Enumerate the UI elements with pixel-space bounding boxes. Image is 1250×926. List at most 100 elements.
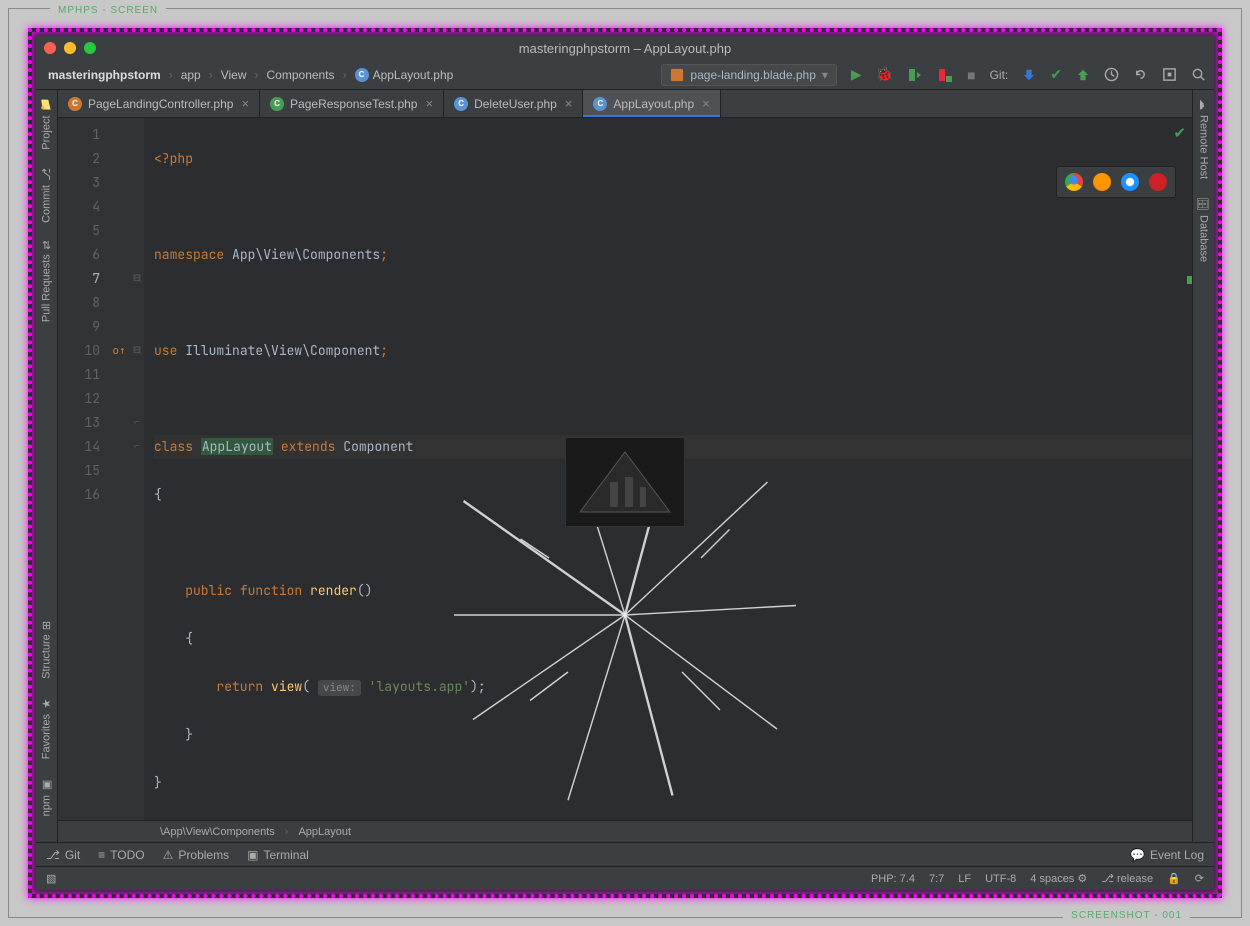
remote-icon: ☁ [1197,98,1210,111]
status-git-branch[interactable]: ⎇ release [1101,872,1153,885]
line-number-gutter[interactable]: 1 2 3 4 5 6 7 8 9 10 11 12 13 14 15 16 [58,118,108,820]
frame-bottom-label: SCREENSHOT - 001 [1063,910,1190,921]
editor-tab[interactable]: C PageResponseTest.php × [260,90,444,117]
fold-end-icon: ⌐ [130,435,144,459]
tool-commit[interactable]: Commit⎇ [40,168,53,223]
lock-icon[interactable]: 🔒 [1167,872,1181,885]
indent-settings-icon: ⚙ [1077,873,1087,885]
git-push-button[interactable] [1076,68,1090,82]
breadcrumb-project[interactable]: masteringphpstorm [44,66,165,84]
ide-settings-button[interactable] [1162,67,1177,82]
status-php-version[interactable]: PHP: 7.4 [871,873,915,885]
database-icon: 🗄 [1197,198,1211,211]
frame-top-label: MPHPS - SCREEN [50,5,166,16]
left-tool-window-bar: Project📁 Commit⎇ Pull Requests⇅ Structur… [36,90,58,842]
npm-icon: ▣ [40,778,53,791]
tool-remote-host[interactable]: ☁Remote Host [1197,98,1210,179]
folding-gutter[interactable]: ⊟ ⊟ ⌐ ⌐ [130,118,144,820]
php-class-file-icon: C [454,97,468,111]
breadcrumb-segment[interactable]: View [217,66,251,84]
close-tab-icon[interactable]: × [565,96,573,111]
blade-file-icon [670,68,684,82]
breadcrumb-sep-icon: › [255,68,259,82]
fold-end-icon: ⌐ [130,411,144,435]
tool-database[interactable]: 🗄Database [1197,197,1210,262]
right-tool-window-bar: ☁Remote Host 🗄Database [1192,90,1214,842]
close-tab-icon[interactable]: × [702,96,710,111]
safari-icon[interactable] [1121,173,1139,191]
close-window-button[interactable] [44,42,56,54]
run-button[interactable]: ▶ [851,66,862,83]
bottom-tool-window-bar: ⎇Git ≡TODO ⚠Problems ▣Terminal 💬Event Lo… [36,842,1214,866]
override-method-icon[interactable]: o↑ [108,339,130,363]
inspection-ok-icon[interactable]: ✔ [1173,124,1186,142]
path-breadcrumb: masteringphpstorm › app › View › Compone… [44,66,457,84]
firefox-icon[interactable] [1093,173,1111,191]
maximize-window-button[interactable] [84,42,96,54]
breadcrumb-class[interactable]: AppLayout [298,826,351,838]
editor-tab-active[interactable]: C AppLayout.php × [583,90,720,117]
stop-with-test-button[interactable] [937,67,953,83]
breadcrumb-segment[interactable]: app [177,66,205,84]
commit-icon: ⎇ [40,168,53,181]
bottom-tool-problems[interactable]: ⚠Problems [163,848,229,862]
minimize-window-button[interactable] [64,42,76,54]
search-everywhere-button[interactable] [1191,67,1206,82]
browser-icons-overlay [1056,166,1176,198]
breadcrumb-sep-icon: › [169,68,173,82]
tool-windows-toggle-icon[interactable]: ▧ [46,872,56,885]
tool-npm[interactable]: npm▣ [40,778,53,816]
git-update-button[interactable] [1022,68,1036,82]
editor-tab[interactable]: C PageLandingController.php × [58,90,260,117]
structure-icon: ⊞ [42,620,51,633]
folder-icon: 📁 [40,98,53,111]
decorative-crack-center [565,437,685,527]
editor-tab[interactable]: C DeleteUser.php × [444,90,583,117]
navigation-bar: masteringphpstorm › app › View › Compone… [36,60,1214,90]
error-stripe-marker[interactable] [1187,276,1192,284]
bottom-tool-git[interactable]: ⎇Git [46,848,80,862]
main-toolbar: ▶ 🐞 ■ Git: ✔ [851,66,1206,83]
close-tab-icon[interactable]: × [241,96,249,111]
tool-favorites[interactable]: Favorites★ [40,697,53,759]
tab-label: PageResponseTest.php [290,97,417,111]
close-tab-icon[interactable]: × [425,96,433,111]
chevron-down-icon: ▾ [822,68,828,82]
fold-toggle-icon[interactable]: ⊟ [130,267,144,291]
breadcrumb-segment[interactable]: Components [263,66,339,84]
bottom-tool-terminal[interactable]: ▣Terminal [247,848,309,862]
chrome-icon[interactable] [1065,173,1083,191]
php-class-file-icon: C [355,68,369,82]
list-icon: ≡ [98,848,105,862]
breadcrumb-file-label: AppLayout.php [373,68,454,82]
git-commit-button[interactable]: ✔ [1050,66,1062,83]
editor-tabbar: C PageLandingController.php × C PageResp… [58,90,1192,118]
rollback-button[interactable] [1133,67,1148,82]
gutter-markers[interactable]: o↑ [108,118,130,820]
history-button[interactable] [1104,67,1119,82]
warning-icon: ⚠ [163,848,174,862]
status-encoding[interactable]: UTF-8 [985,873,1016,885]
tool-project[interactable]: Project📁 [40,98,53,150]
status-line-ending[interactable]: LF [958,873,971,885]
run-with-coverage-button[interactable] [907,67,923,83]
tool-pull-requests[interactable]: Pull Requests⇅ [40,241,53,322]
php-test-file-icon: C [270,97,284,111]
sync-settings-icon[interactable]: ⟳ [1195,872,1204,885]
fold-toggle-icon[interactable]: ⊟ [130,339,144,363]
run-configuration-selector[interactable]: page-landing.blade.php ▾ [661,64,836,86]
status-indent[interactable]: 4 spaces ⚙ [1030,872,1087,885]
breadcrumb-file[interactable]: C AppLayout.php [351,66,458,84]
breadcrumb-namespace[interactable]: \App\View\Components [160,826,275,838]
opera-icon[interactable] [1149,173,1167,191]
status-caret-position[interactable]: 7:7 [929,873,944,885]
star-icon: ★ [40,697,53,710]
branch-icon: ⎇ [1101,873,1114,885]
bottom-tool-todo[interactable]: ≡TODO [98,848,144,862]
branch-icon: ⎇ [46,848,60,862]
debug-button[interactable]: 🐞 [876,66,893,83]
event-log-button[interactable]: 💬Event Log [1130,848,1204,862]
terminal-icon: ▣ [247,848,258,862]
tool-structure[interactable]: Structure⊞ [40,621,53,679]
stop-button[interactable]: ■ [967,67,975,83]
